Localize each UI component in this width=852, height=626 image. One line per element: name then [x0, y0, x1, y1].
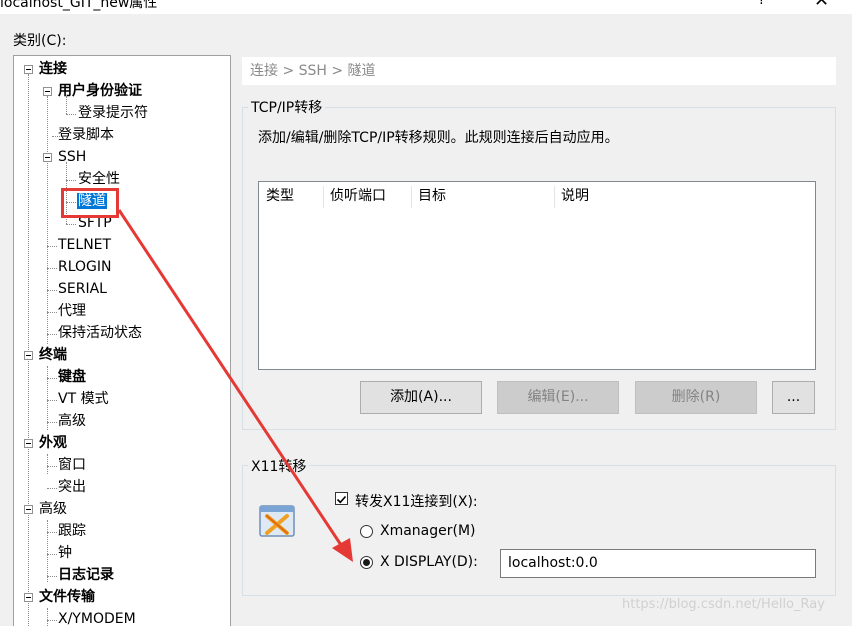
tree-line: [47, 334, 57, 335]
watermark: https://blog.csdn.net/Hello_Ray: [622, 597, 825, 612]
tree-line: [66, 114, 76, 115]
collapse-toggle-icon[interactable]: [43, 87, 52, 96]
collapse-toggle-icon[interactable]: [24, 351, 33, 360]
window-title: localhost_GIT_new属性: [0, 0, 158, 11]
tree-item-serial[interactable]: SERIAL: [58, 278, 107, 300]
tree-item-window[interactable]: 窗口: [58, 454, 86, 476]
tree-item-telnet[interactable]: TELNET: [58, 234, 111, 256]
tree-item-login-script[interactable]: 登录脚本: [58, 124, 114, 146]
tree-line: [47, 554, 57, 555]
help-button[interactable]: ?: [758, 0, 765, 8]
xmanager-radio[interactable]: [360, 525, 373, 538]
tree-line: [47, 312, 57, 313]
tree-item-connection[interactable]: 连接: [39, 58, 67, 80]
forwarding-rules-list[interactable]: 类型 侦听端口 目标 说明: [258, 181, 816, 370]
tree-line: [47, 246, 57, 247]
category-tree[interactable]: 连接 用户身份验证 登录提示符 登录脚本 SSH 安全性 隧道 SFTP TEL…: [13, 55, 231, 626]
breadcrumb: 连接 > SSH > 隧道: [242, 57, 836, 85]
delete-button[interactable]: 删除(R): [635, 381, 757, 414]
tree-item-file-transfer[interactable]: 文件传输: [39, 586, 95, 608]
tree-item-login-prompt[interactable]: 登录提示符: [78, 102, 148, 124]
forward-x11-checkbox[interactable]: [335, 492, 348, 505]
tree-line: [47, 268, 57, 269]
xmanager-icon: [259, 505, 295, 537]
collapse-toggle-icon[interactable]: [24, 593, 33, 602]
tcpip-description: 添加/编辑/删除TCP/IP转移规则。此规则连接后自动应用。: [258, 130, 619, 146]
tree-item-logging[interactable]: 日志记录: [58, 564, 114, 586]
tree-item-ssh[interactable]: SSH: [58, 146, 86, 168]
edit-button[interactable]: 编辑(E)...: [497, 381, 619, 414]
xdisplay-input[interactable]: localhost:0.0: [500, 549, 816, 578]
xmanager-radio-label[interactable]: Xmanager(M): [380, 523, 476, 539]
xdisplay-radio[interactable]: [360, 556, 373, 569]
add-button[interactable]: 添加(A)...: [360, 381, 482, 414]
column-header-target[interactable]: 目标: [411, 182, 446, 210]
collapse-toggle-icon[interactable]: [24, 65, 33, 74]
tree-line: [47, 290, 57, 291]
tree-item-security[interactable]: 安全性: [78, 168, 120, 190]
tcpip-group-title: TCP/IP转移: [248, 97, 326, 117]
tree-item-trace[interactable]: 跟踪: [58, 520, 86, 542]
collapse-toggle-icon[interactable]: [24, 505, 33, 514]
tree-item-highlight[interactable]: 突出: [58, 476, 86, 498]
tree-line: [47, 466, 57, 467]
tree-line: [47, 422, 57, 423]
xdisplay-radio-label[interactable]: X DISPLAY(D):: [380, 554, 478, 570]
close-button[interactable]: ✕: [814, 0, 829, 11]
collapse-toggle-icon[interactable]: [43, 153, 52, 162]
tree-line: [47, 608, 48, 626]
annotation-highlight-box: [61, 188, 119, 218]
category-label: 类别(C):: [13, 33, 67, 49]
title-bar: localhost_GIT_new属性 ? ✕: [0, 0, 852, 14]
tree-item-advanced[interactable]: 高级: [39, 498, 67, 520]
tree-line: [47, 378, 57, 379]
tree-line: [47, 620, 57, 621]
x11-group-title: X11转移: [248, 456, 310, 476]
tree-line: [47, 488, 57, 489]
checkmark-icon: [336, 495, 347, 504]
tree-line: [47, 96, 48, 344]
forward-x11-label[interactable]: 转发X11连接到(X):: [355, 491, 478, 511]
tree-line: [66, 224, 76, 225]
tree-item-proxy[interactable]: 代理: [58, 300, 86, 322]
tree-item-keepalive[interactable]: 保持活动状态: [58, 322, 142, 344]
tree-item-keyboard[interactable]: 键盘: [58, 366, 86, 388]
tree-line: [47, 520, 48, 582]
collapse-toggle-icon[interactable]: [24, 439, 33, 448]
tree-item-xymodem[interactable]: X/YMODEM: [58, 608, 136, 626]
tree-item-vt-mode[interactable]: VT 模式: [58, 388, 109, 410]
column-header-description[interactable]: 说明: [554, 182, 589, 210]
tree-line: [47, 366, 48, 430]
breadcrumb-text: 连接 > SSH > 隧道: [250, 63, 376, 79]
tree-line: [28, 74, 29, 626]
tree-item-terminal[interactable]: 终端: [39, 344, 67, 366]
tree-line: [47, 576, 57, 577]
tree-line: [47, 454, 48, 474]
more-button[interactable]: ...: [772, 381, 815, 414]
tree-item-terminal-advanced[interactable]: 高级: [58, 410, 86, 432]
column-header-type[interactable]: 类型: [259, 182, 294, 210]
tree-line: [47, 532, 57, 533]
tree-line: [66, 180, 76, 181]
tree-item-rlogin[interactable]: RLOGIN: [58, 256, 112, 278]
tree-line: [47, 400, 57, 401]
tree-item-user-auth[interactable]: 用户身份验证: [58, 80, 142, 102]
tree-item-appearance[interactable]: 外观: [39, 432, 67, 454]
tree-item-bell[interactable]: 钟: [58, 542, 72, 564]
column-header-listen-port[interactable]: 侦听端口: [323, 182, 386, 210]
